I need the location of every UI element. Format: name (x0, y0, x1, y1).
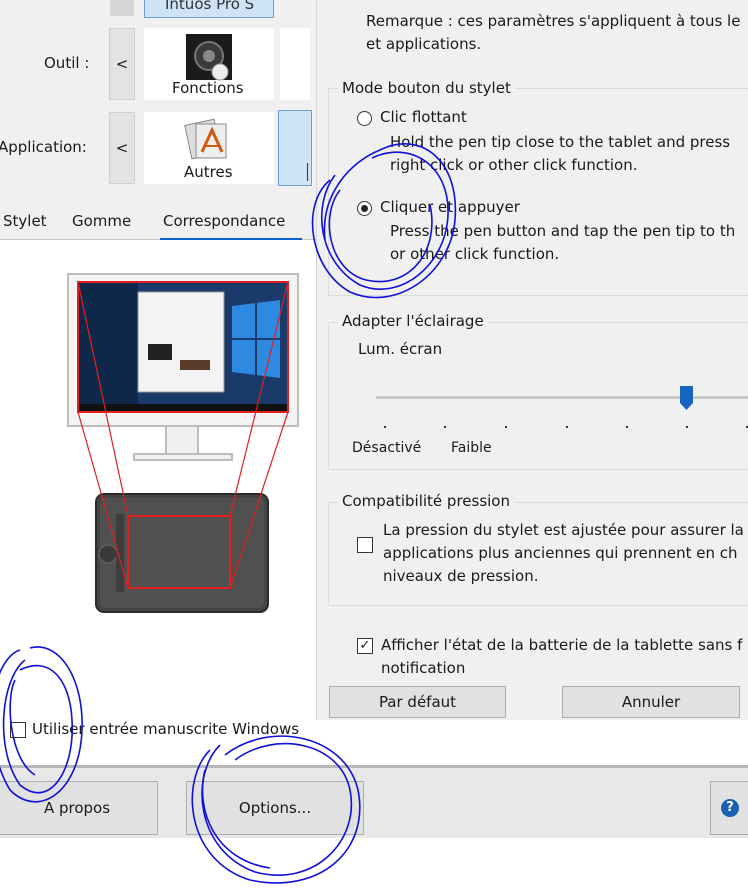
application-tile-others[interactable]: Autres (144, 112, 274, 184)
hover-click-radio[interactable] (357, 111, 372, 126)
click-and-tap-label: Cliquer et appuyer (380, 198, 520, 216)
tool-tile-functions[interactable]: Fonctions (144, 28, 274, 100)
slider-tick (566, 426, 568, 428)
click-and-tap-desc-2: or other click function. (390, 245, 560, 263)
hover-click-label: Clic flottant (380, 108, 467, 126)
device-gray-block (110, 0, 134, 16)
cancel-button[interactable]: Annuler (562, 686, 740, 718)
options-button[interactable]: Options... (186, 781, 364, 835)
desktop-window (137, 291, 225, 393)
note-line-2: et applications. (366, 35, 482, 53)
pressure-compat-line-3: niveaux de pression. (383, 567, 539, 585)
tool-tile-label: Fonctions (172, 79, 244, 97)
pressure-compat-checkbox[interactable] (357, 537, 373, 553)
tool-scroll-left-button[interactable]: < (109, 28, 135, 100)
tool-tile-next[interactable] (280, 28, 310, 100)
defaults-button[interactable]: Par défaut (329, 686, 506, 718)
tab-mapping[interactable]: Correspondance (163, 212, 285, 230)
windows-ink-checkbox[interactable] (10, 722, 26, 738)
express-keys-icon (186, 34, 232, 81)
pen-button-mode-legend: Mode bouton du stylet (338, 79, 515, 97)
pressure-compat-line-2: applications plus anciennes qui prennent… (383, 544, 738, 562)
tab-eraser[interactable]: Gomme (72, 212, 131, 230)
device-tile[interactable]: Intuos Pro S (144, 0, 274, 18)
slider-tick (505, 426, 507, 428)
help-icon: ? (721, 799, 739, 817)
device-name: Intuos Pro S (165, 0, 255, 13)
tool-label: Outil : (44, 54, 90, 72)
help-button[interactable]: ? (710, 781, 748, 835)
page-bottom-area (0, 838, 748, 892)
battery-status-line-2: notification (381, 659, 466, 677)
slider-thumb-shape (680, 386, 693, 410)
click-and-tap-radio[interactable] (357, 201, 372, 216)
brightness-low-label: Faible (451, 440, 492, 456)
application-label: Application: (0, 138, 87, 156)
slider-tick (384, 426, 386, 428)
screen-brightness-label: Lum. écran (358, 340, 443, 358)
application-tile-label: Autres (184, 163, 233, 181)
slider-tick (444, 426, 446, 428)
battery-status-checkbox[interactable]: ✓ (357, 638, 373, 654)
slider-tick (686, 426, 688, 428)
hover-click-desc-1: Hold the pen tip close to the tablet and… (390, 133, 731, 151)
click-and-tap-desc-1: Press the pen button and tap the pen tip… (390, 222, 736, 240)
tab-pen[interactable]: Stylet (3, 212, 47, 230)
pressure-compat-legend: Compatibilité pression (338, 492, 514, 510)
application-tile-selected[interactable] (278, 110, 312, 186)
all-applications-icon (184, 118, 227, 160)
windows-ink-label: Utiliser entrée manuscrite Windows (32, 720, 300, 738)
note-line-1: Remarque : ces paramètres s'appliquent à… (366, 12, 741, 30)
brightness-slider-thumb[interactable] (679, 385, 694, 411)
selected-tile-divider (307, 163, 308, 181)
lighting-legend: Adapter l'éclairage (338, 312, 488, 330)
screen-tablet-mapping-illustration (67, 273, 299, 613)
hover-click-desc-2: right click or other click function. (390, 156, 638, 174)
pressure-compat-line-1: La pression du stylet est ajustée pour a… (383, 521, 744, 539)
about-button[interactable]: A propos (0, 781, 158, 835)
brightness-off-label: Désactivé (352, 440, 422, 456)
battery-status-line-1: Afficher l'état de la batterie de la tab… (381, 636, 743, 654)
application-scroll-left-button[interactable]: < (109, 112, 135, 184)
slider-tick (626, 426, 628, 428)
